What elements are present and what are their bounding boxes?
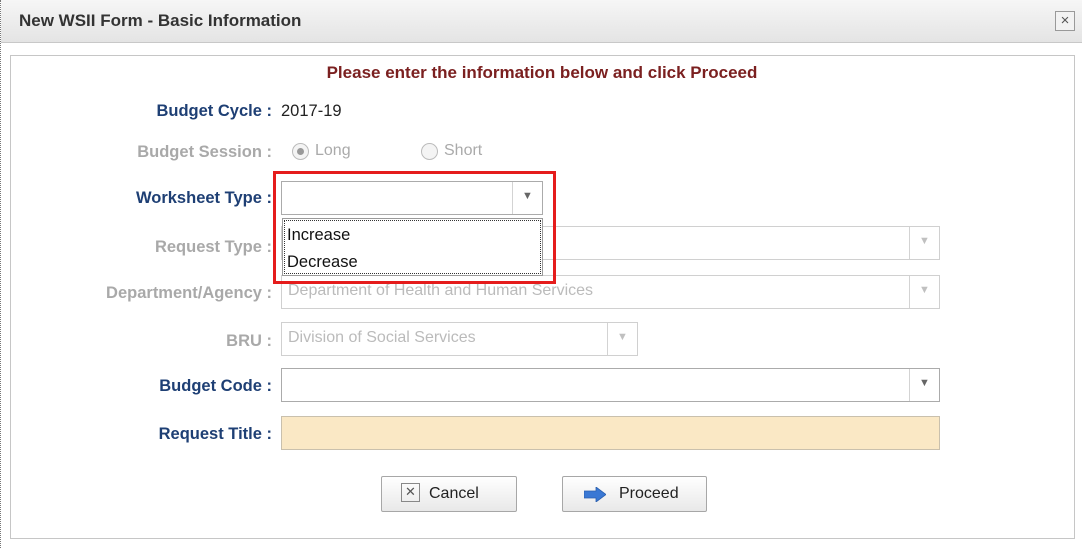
cancel-button[interactable]: ✕ Cancel — [381, 476, 517, 512]
cancel-x-icon: ✕ — [401, 483, 420, 502]
bru-label: BRU : — [226, 332, 272, 350]
radio-long — [292, 143, 309, 160]
chevron-down-icon: ▼ — [522, 190, 533, 202]
bru-value: Division of Social Services — [288, 329, 476, 346]
dialog: New WSII Form - Basic Information × Plea… — [0, 0, 1082, 548]
budget-session-label: Budget Session : — [137, 143, 272, 161]
chevron-down-icon: ▼ — [919, 284, 930, 296]
cancel-button-label: Cancel — [429, 485, 479, 502]
department-label: Department/Agency : — [106, 284, 272, 302]
worksheet-type-dropdown: Increase Decrease — [282, 218, 543, 276]
proceed-button-label: Proceed — [619, 485, 679, 502]
dropdown-option-increase[interactable]: Increase — [287, 226, 350, 245]
worksheet-type-toggle[interactable]: ▼ — [512, 182, 542, 214]
chevron-down-icon: ▼ — [919, 377, 930, 389]
dialog-title: New WSII Form - Basic Information — [19, 11, 302, 30]
request-title-input[interactable] — [281, 416, 940, 450]
worksheet-type-label: Worksheet Type : — [135, 189, 272, 207]
department-value: Department of Health and Human Services — [288, 282, 594, 299]
proceed-button[interactable]: Proceed — [562, 476, 707, 512]
budget-cycle-value: 2017-19 — [281, 102, 342, 120]
dropdown-option-decrease[interactable]: Decrease — [287, 253, 358, 272]
request-title-label: Request Title : — [158, 425, 272, 443]
radio-short — [421, 143, 438, 160]
dialog-titlebar: New WSII Form - Basic Information × — [1, 0, 1082, 43]
chevron-down-icon: ▼ — [919, 235, 930, 247]
request-type-label: Request Type : — [154, 238, 272, 256]
bru-toggle: ▼ — [607, 323, 637, 355]
radio-long-label: Long — [315, 142, 351, 159]
worksheet-type-select[interactable]: ▼ — [281, 181, 543, 215]
budget-code-select[interactable]: ▼ — [281, 368, 940, 402]
arrow-right-icon — [584, 487, 606, 502]
budget-code-label: Budget Code : — [159, 377, 272, 395]
budget-code-toggle[interactable]: ▼ — [909, 369, 939, 401]
department-select: Department of Health and Human Services … — [281, 275, 940, 309]
radio-short-label: Short — [444, 142, 483, 159]
chevron-down-icon: ▼ — [617, 331, 628, 343]
bru-select: Division of Social Services ▼ — [281, 322, 638, 356]
request-type-toggle: ▼ — [909, 227, 939, 259]
budget-cycle-label: Budget Cycle : — [156, 102, 272, 120]
department-toggle: ▼ — [909, 276, 939, 308]
instruction-text: Please enter the information below and c… — [326, 63, 758, 82]
close-icon[interactable]: × — [1055, 11, 1075, 31]
